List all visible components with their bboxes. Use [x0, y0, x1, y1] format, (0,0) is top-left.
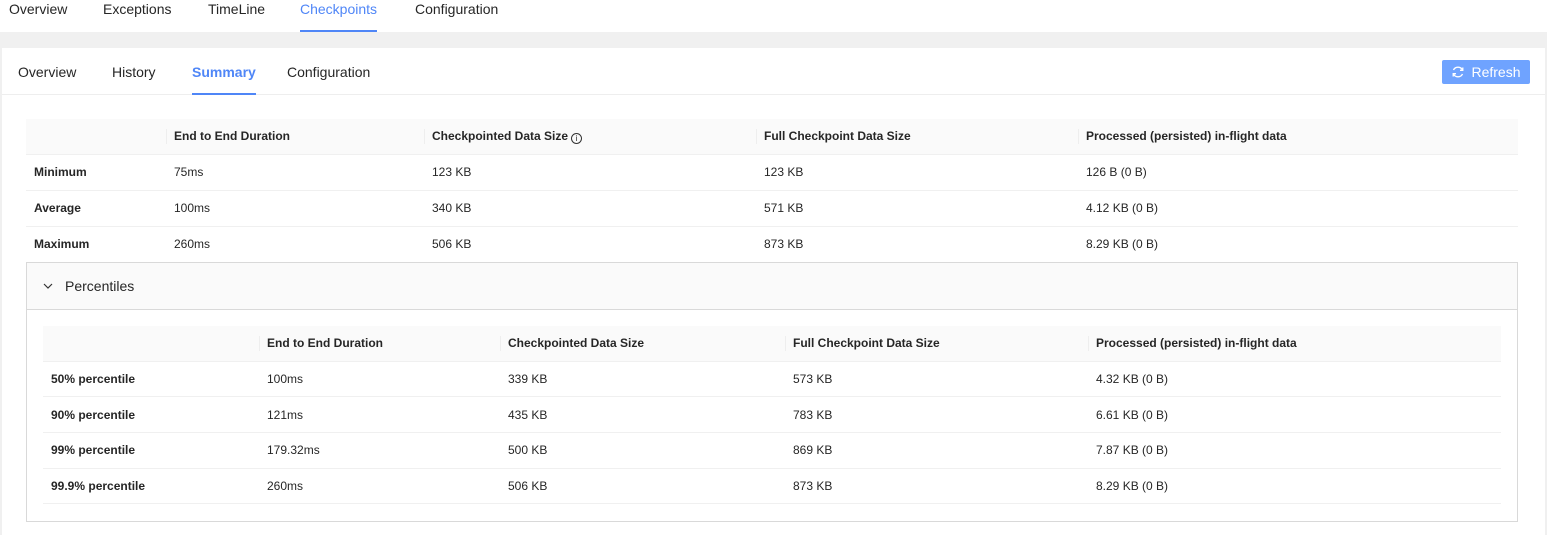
header-blank: [43, 326, 259, 362]
cell: 8.29 KB (0 B): [1078, 226, 1518, 263]
tab-exceptions[interactable]: Exceptions: [103, 0, 171, 32]
header-duration: End to End Duration: [166, 119, 424, 155]
tab-timeline[interactable]: TimeLine: [208, 0, 265, 32]
cell: 126 B (0 B): [1078, 154, 1518, 191]
cell: 435 KB: [500, 396, 785, 433]
row-label: 50% percentile: [43, 361, 259, 398]
cell: 869 KB: [785, 432, 1088, 469]
cell: 123 KB: [756, 154, 1078, 191]
cell: 8.29 KB (0 B): [1088, 468, 1501, 505]
row-label: 90% percentile: [43, 396, 259, 433]
cell: 340 KB: [424, 190, 756, 227]
header-full-size: Full Checkpoint Data Size: [785, 326, 1088, 362]
tab-configuration[interactable]: Configuration: [415, 0, 498, 32]
percentiles-table: End to End Duration Checkpointed Data Si…: [43, 326, 1501, 505]
cell: 7.87 KB (0 B): [1088, 432, 1501, 469]
chevron-down-icon: [43, 283, 53, 289]
header-duration: End to End Duration: [259, 326, 500, 362]
percentiles-title: Percentiles: [65, 278, 135, 294]
cell: 75ms: [166, 154, 424, 191]
table-row: 50% percentile 100ms 339 KB 573 KB 4.32 KB (…: [43, 361, 1501, 398]
table-header-row: End to End Duration Checkpointed Data Si…: [43, 326, 1501, 362]
cell: 500 KB: [500, 432, 785, 469]
cell: 783 KB: [785, 396, 1088, 433]
table-row: Minimum 75ms 123 KB 123 KB 126 B (0 B): [26, 154, 1518, 191]
table-header-row: End to End Duration Checkpointed Data Si…: [26, 119, 1518, 155]
percentiles-panel: Percentiles End to End Duration Checkpoi…: [26, 262, 1518, 522]
info-icon[interactable]: i: [571, 132, 583, 144]
table-row: Average 100ms 340 KB 571 KB 4.12 KB (0 B): [26, 190, 1518, 227]
row-label: 99.9% percentile: [43, 468, 259, 505]
header-inflight: Processed (persisted) in-flight data: [1088, 326, 1501, 362]
checkpoints-card: Overview History Summary Configuration R…: [2, 48, 1545, 535]
table-row: 90% percentile 121ms 435 KB 783 KB 6.61 KB (…: [43, 396, 1501, 433]
table-row: Maximum 260ms 506 KB 873 KB 8.29 KB (0 B): [26, 226, 1518, 263]
cell: 123 KB: [424, 154, 756, 191]
cell: 571 KB: [756, 190, 1078, 227]
header-blank: [26, 119, 166, 155]
cell: 506 KB: [500, 468, 785, 505]
row-label: Average: [26, 190, 166, 227]
row-label: 99% percentile: [43, 432, 259, 469]
summary-table: End to End Duration Checkpointed Data Si…: [26, 119, 1518, 263]
header-inflight: Processed (persisted) in-flight data: [1078, 119, 1518, 155]
tab-checkpoints[interactable]: Checkpoints: [300, 0, 378, 32]
cell: 100ms: [166, 190, 424, 227]
cell: 121ms: [259, 396, 500, 433]
percentiles-header[interactable]: Percentiles: [27, 263, 1517, 310]
cell: 6.61 KB (0 B): [1088, 396, 1501, 433]
header-checkpointed-size: Checkpointed Data Size i: [424, 119, 756, 155]
cell: 873 KB: [756, 226, 1078, 263]
subtab-summary[interactable]: Summary: [192, 64, 256, 95]
table-row: 99.9% percentile 260ms 506 KB 873 KB 8.29 KB…: [43, 468, 1501, 505]
cell: 100ms: [259, 361, 500, 398]
header-checkpointed-size: Checkpointed Data Size: [500, 326, 785, 362]
cell: 179.32ms: [259, 432, 500, 469]
row-label: Minimum: [26, 154, 166, 191]
cell: 4.12 KB (0 B): [1078, 190, 1518, 227]
subtab-history[interactable]: History: [112, 64, 156, 95]
header-full-size: Full Checkpoint Data Size: [756, 119, 1078, 155]
refresh-icon: [1453, 66, 1464, 78]
row-label: Maximum: [26, 226, 166, 263]
cell: 506 KB: [424, 226, 756, 263]
table-row: 99% percentile 179.32ms 500 KB 869 KB 7.87 K…: [43, 432, 1501, 469]
cell: 4.32 KB (0 B): [1088, 361, 1501, 398]
subtab-overview[interactable]: Overview: [18, 64, 76, 95]
tab-overview[interactable]: Overview: [9, 0, 67, 32]
top-tabs: Overview Exceptions TimeLine Checkpoints…: [0, 0, 1547, 32]
subtab-configuration[interactable]: Configuration: [287, 64, 370, 95]
sub-tabs: Overview History Summary Configuration R…: [2, 48, 1545, 95]
cell: 339 KB: [500, 361, 785, 398]
cell: 873 KB: [785, 468, 1088, 505]
refresh-label: Refresh: [1471, 64, 1521, 80]
cell: 573 KB: [785, 361, 1088, 398]
cell: 260ms: [259, 468, 500, 505]
cell: 260ms: [166, 226, 424, 263]
refresh-button[interactable]: Refresh: [1442, 60, 1530, 84]
